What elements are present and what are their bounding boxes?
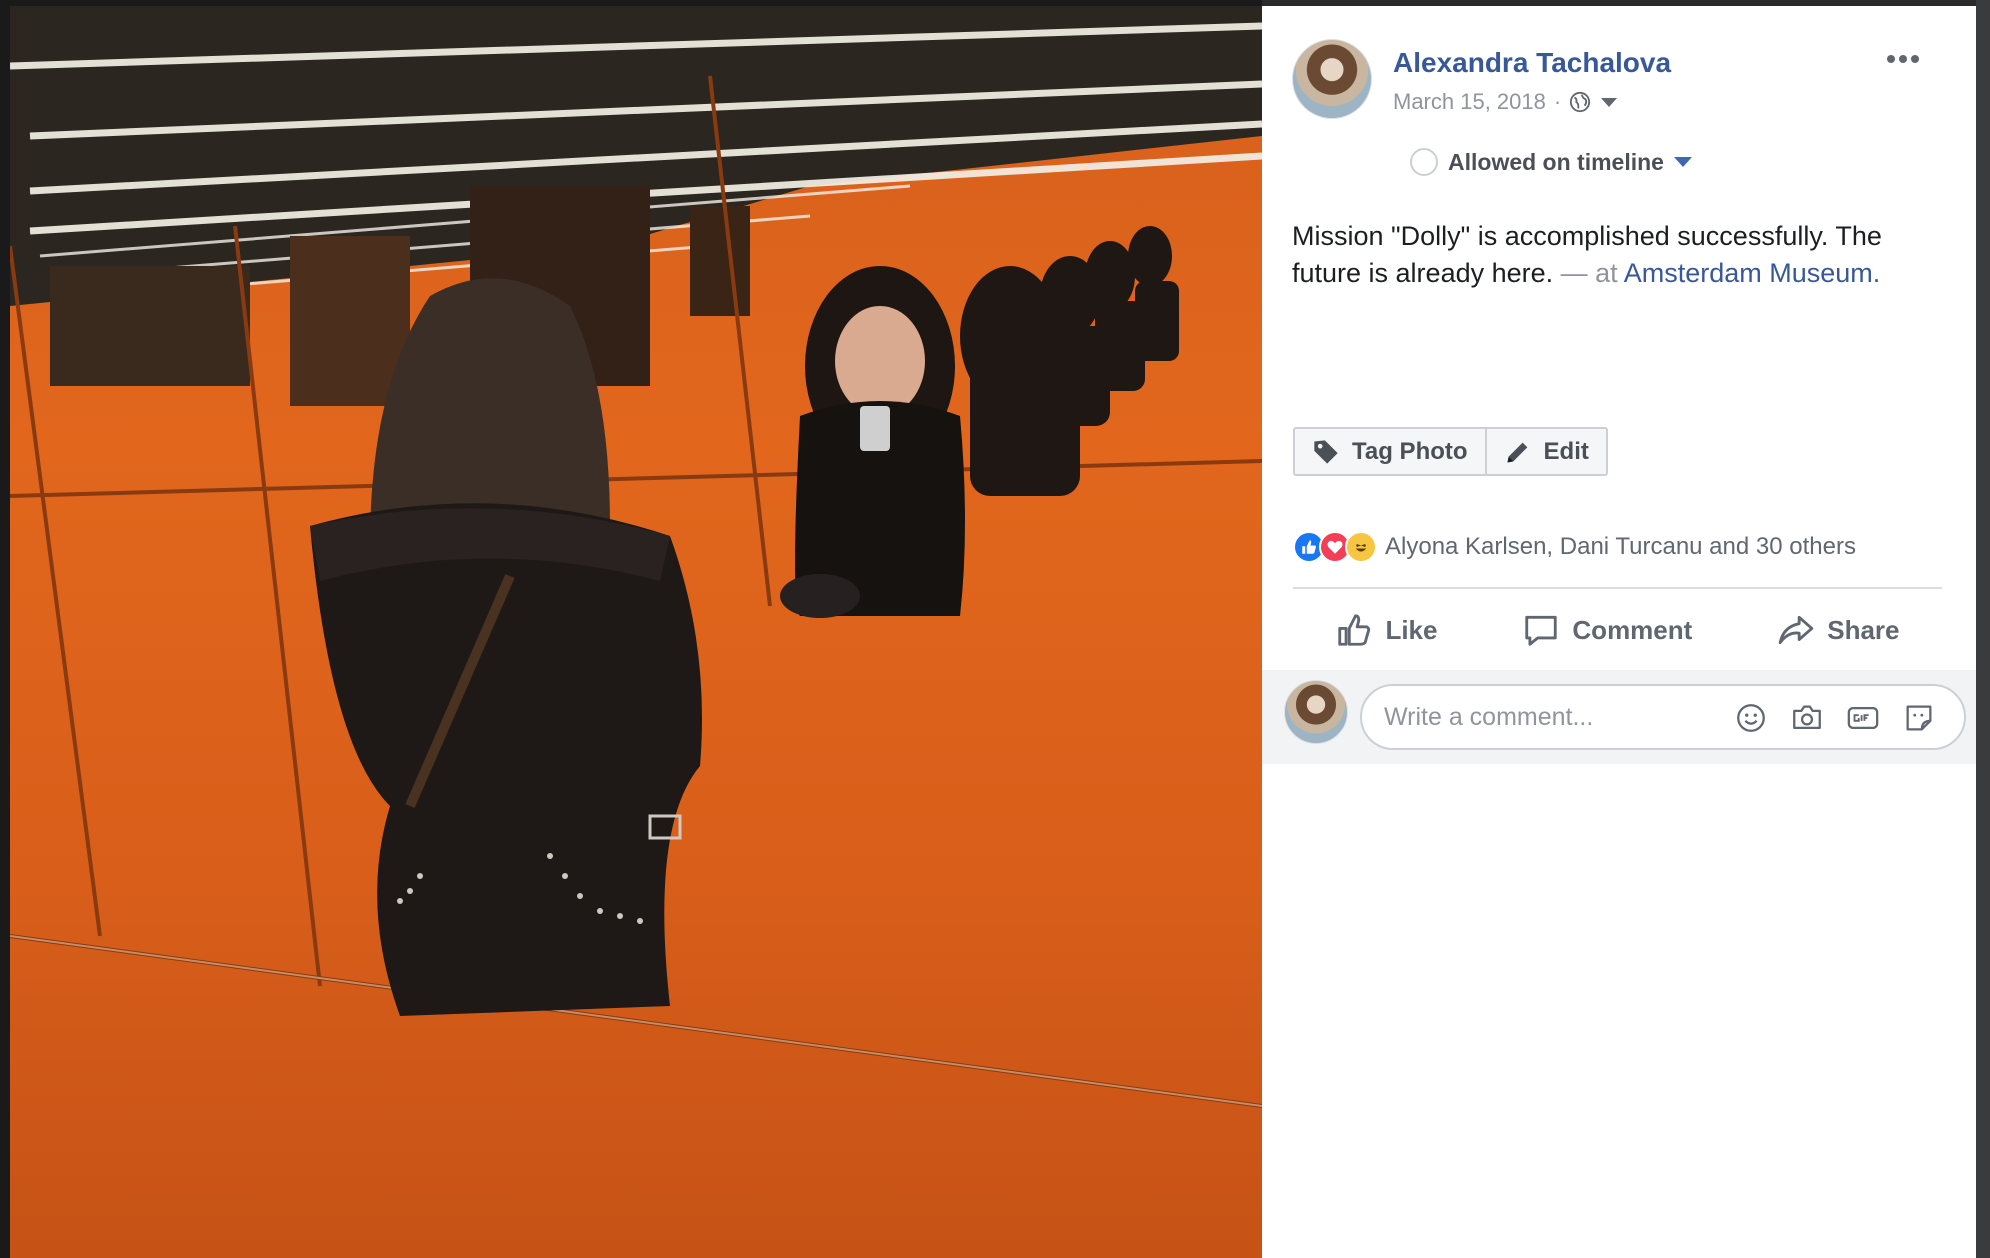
emoji-icon[interactable] — [1734, 701, 1768, 735]
post-actions: Like Comment Share — [1293, 602, 1942, 658]
tag-photo-label: Tag Photo — [1352, 437, 1468, 465]
camera-icon[interactable] — [1790, 701, 1824, 735]
photo-action-buttons: Tag Photo Edit — [1293, 427, 1608, 476]
edit-button[interactable]: Edit — [1484, 429, 1606, 474]
comment-button[interactable]: Comment — [1522, 602, 1692, 658]
share-icon — [1778, 615, 1814, 645]
post-date[interactable]: March 15, 2018 — [1393, 89, 1546, 115]
comment-icon — [1525, 615, 1558, 646]
tag-icon — [1314, 439, 1338, 464]
current-user-avatar[interactable] — [1284, 680, 1348, 744]
timeline-status-label: Allowed on timeline — [1448, 148, 1664, 175]
comment-label: Comment — [1572, 614, 1693, 645]
author-avatar[interactable] — [1292, 39, 1372, 119]
post-side-panel: Alexandra Tachalova March 15, 2018 · All… — [1262, 6, 1990, 1258]
share-button[interactable]: Share — [1777, 602, 1900, 658]
thumbs-up-icon — [1338, 614, 1371, 646]
mirror-room-image — [10, 6, 1262, 1108]
post-photo[interactable] — [10, 6, 1262, 1258]
globe-icon[interactable] — [1569, 91, 1591, 113]
chevron-down-icon[interactable] — [1673, 157, 1692, 167]
divider — [1293, 587, 1942, 589]
timeline-status[interactable]: Allowed on timeline — [1410, 148, 1692, 176]
haha-reaction-icon — [1345, 531, 1377, 563]
reactions-summary[interactable]: Alyona Karlsen, Dani Turcanu and 30 othe… — [1293, 531, 1856, 563]
audience-caret-icon[interactable] — [1601, 97, 1618, 107]
window-edge — [1976, 0, 1990, 1258]
comment-box[interactable] — [1360, 684, 1966, 750]
post-message-at: — at — [1560, 258, 1618, 288]
author-name[interactable]: Alexandra Tachalova — [1393, 47, 1671, 79]
like-label: Like — [1385, 614, 1438, 645]
reactors-names[interactable]: Alyona Karlsen, Dani Turcanu and 30 othe… — [1385, 533, 1856, 561]
edit-label: Edit — [1543, 437, 1589, 465]
meta-separator: · — [1553, 89, 1562, 114]
like-button[interactable]: Like — [1335, 602, 1437, 658]
location-link[interactable]: Amsterdam Museum. — [1624, 258, 1881, 288]
share-label: Share — [1827, 614, 1900, 645]
pencil-icon — [1507, 442, 1527, 462]
comment-composer — [1262, 670, 1976, 764]
tag-photo-button[interactable]: Tag Photo — [1295, 429, 1485, 474]
post-meta: March 15, 2018 · — [1393, 89, 1618, 115]
sticker-icon[interactable] — [1902, 701, 1936, 735]
gif-icon[interactable] — [1846, 701, 1880, 735]
comment-input[interactable] — [1384, 686, 1714, 748]
radio-icon[interactable] — [1410, 148, 1438, 176]
more-options-icon[interactable] — [1887, 52, 1923, 66]
post-message: Mission "Dolly" is accomplished successf… — [1292, 218, 1942, 292]
